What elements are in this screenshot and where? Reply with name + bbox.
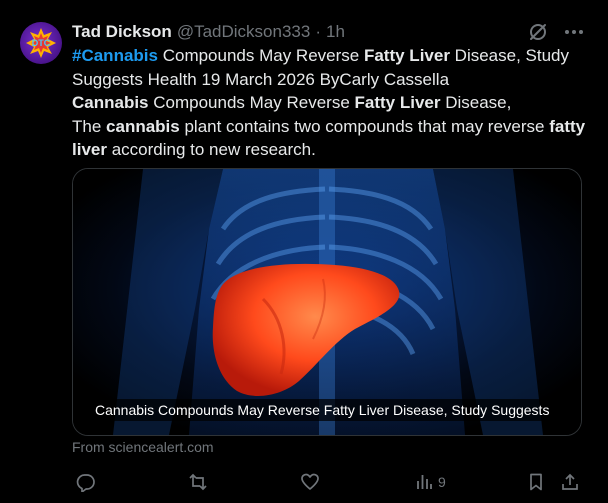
post-text-line-2: Cannabis Compounds May Reverse Fatty Liv… <box>72 91 592 115</box>
card-caption: Cannabis Compounds May Reverse Fatty Liv… <box>87 399 558 421</box>
like-button[interactable] <box>300 470 320 494</box>
more-options-icon[interactable] <box>562 22 586 42</box>
text-span: Compounds May Reverse <box>157 46 364 65</box>
views-icon <box>417 475 432 489</box>
text-span: Disease, <box>440 93 512 112</box>
bold-span: Fatty Liver <box>354 93 441 112</box>
post-text-line-1: #Cannabis Compounds May Reverse Fatty Li… <box>72 44 592 91</box>
article-image <box>73 169 581 435</box>
action-bar: 9 <box>72 470 588 494</box>
views-count: 9 <box>438 474 446 490</box>
post-time[interactable]: 1h <box>326 22 345 42</box>
text-span: according to new research. <box>106 140 316 159</box>
grok-icon[interactable] <box>528 22 548 42</box>
bold-span: Cannabis <box>72 93 149 112</box>
text-span: Compounds May Reverse <box>148 93 355 112</box>
text-span: plant contains two compounds that may re… <box>179 116 550 136</box>
share-button[interactable] <box>560 470 580 494</box>
card-source[interactable]: From sciencealert.com <box>72 439 214 455</box>
bold-span: Fatty Liver <box>363 46 450 65</box>
text-span: The <box>72 116 107 136</box>
separator: · <box>315 22 321 41</box>
hashtag-link[interactable]: #Cannabis <box>72 46 158 65</box>
reply-icon <box>76 474 95 492</box>
link-card[interactable]: Cannabis Compounds May Reverse Fatty Liv… <box>72 168 582 436</box>
repost-icon <box>189 473 207 491</box>
svg-text:DTC: DTC <box>32 38 51 48</box>
post-text-line-3: The cannabis plant contains two compound… <box>72 115 592 162</box>
share-icon <box>562 473 578 490</box>
bold-span: cannabis <box>106 116 180 136</box>
reply-button[interactable] <box>76 470 96 494</box>
like-icon <box>301 473 319 490</box>
repost-button[interactable] <box>188 470 208 494</box>
author-handle[interactable]: @TadDickson333 <box>177 22 311 42</box>
post-header: Tad Dickson @TadDickson333 · 1h <box>72 20 528 44</box>
author-name[interactable]: Tad Dickson <box>72 22 172 42</box>
post-text: #Cannabis Compounds May Reverse Fatty Li… <box>72 44 592 162</box>
bookmark-button[interactable] <box>526 470 546 494</box>
bookmark-icon <box>530 473 542 491</box>
avatar[interactable]: DTC <box>20 22 62 64</box>
views-button[interactable]: 9 <box>414 470 446 494</box>
